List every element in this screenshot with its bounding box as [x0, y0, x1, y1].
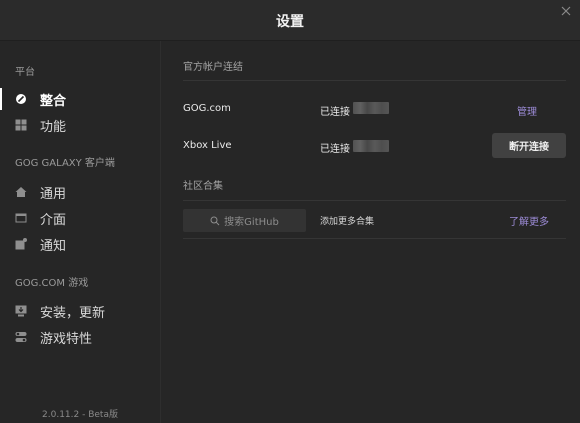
account-name-xbox: Xbox Live	[183, 140, 232, 151]
sidebar-item-label: 整合	[40, 93, 67, 109]
sidebar-item-general[interactable]: 通用	[0, 180, 160, 204]
settings-sidebar: 平台 整合 功能 GOG GALAXY 客户端 通用 介面 通知 GOG.COM…	[0, 41, 161, 423]
section-divider	[183, 200, 566, 201]
active-indicator	[0, 88, 2, 110]
account-status-xbox: 已连接	[320, 144, 350, 155]
window-title: 设置	[276, 14, 304, 30]
sidebar-item-game-features[interactable]: 游戏特性	[0, 325, 160, 349]
redacted-username	[353, 140, 389, 152]
account-name-gog: GOG.com	[183, 103, 231, 114]
redacted-username	[353, 102, 389, 114]
sidebar-item-label: 功能	[40, 119, 67, 135]
section-label-platform: 平台	[15, 67, 35, 78]
search-icon	[210, 216, 220, 225]
official-accounts-heading: 官方帐户连结	[183, 62, 243, 73]
title-bar: 设置	[0, 0, 580, 41]
version-label: 2.0.11.2 - Beta版	[42, 410, 118, 420]
sidebar-item-label: 通知	[40, 238, 67, 254]
learn-more-link[interactable]: 了解更多	[509, 213, 549, 228]
manage-link[interactable]: 管理	[517, 103, 537, 118]
sidebar-item-label: 通用	[40, 186, 67, 202]
home-icon	[15, 186, 27, 198]
section-label-client: GOG GALAXY 客户端	[15, 158, 115, 169]
search-placeholder: 搜索GitHub	[224, 217, 279, 228]
sidebar-item-label: 安装，更新	[40, 305, 106, 321]
sidebar-item-notifications[interactable]: 通知	[0, 232, 160, 256]
close-icon[interactable]	[560, 5, 572, 17]
sidebar-item-integrations[interactable]: 整合	[0, 87, 160, 111]
section-divider	[183, 80, 566, 81]
disconnect-button[interactable]: 断开连接	[492, 133, 566, 158]
window-icon	[15, 212, 27, 224]
account-status-gog: 已连接	[320, 107, 350, 118]
section-divider	[183, 238, 566, 239]
notification-icon	[15, 238, 27, 250]
sidebar-item-label: 介面	[40, 212, 67, 228]
section-label-games: GOG.COM 游戏	[15, 278, 89, 289]
download-icon	[15, 305, 27, 317]
sidebar-item-install-update[interactable]: 安装，更新	[0, 299, 160, 323]
add-more-collections-label: 添加更多合集	[320, 217, 375, 227]
sidebar-item-features[interactable]: 功能	[0, 113, 160, 137]
sidebar-item-label: 游戏特性	[40, 331, 93, 347]
community-heading: 社区合集	[183, 181, 223, 192]
puzzle-icon	[15, 93, 27, 105]
github-search-input[interactable]: 搜索GitHub	[183, 209, 306, 232]
sidebar-item-interface[interactable]: 介面	[0, 206, 160, 230]
grid-icon	[15, 119, 27, 131]
toggle-icon	[15, 331, 27, 343]
settings-content: 官方帐户连结 GOG.com 已连接 管理 Xbox Live 已连接 断开连接…	[161, 41, 580, 423]
